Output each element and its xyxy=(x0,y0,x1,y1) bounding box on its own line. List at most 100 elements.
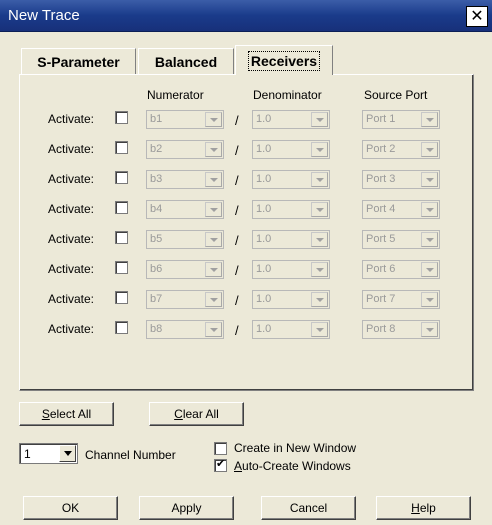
ratio-divider: / xyxy=(235,293,239,308)
activate-checkbox[interactable] xyxy=(115,201,128,214)
activate-checkbox[interactable] xyxy=(115,171,128,184)
denominator-select[interactable]: 1.0 xyxy=(252,170,330,189)
auto-create-windows-label: Auto-Create Windows xyxy=(234,459,351,473)
close-icon: ✕ xyxy=(470,7,484,25)
denominator-select[interactable]: 1.0 xyxy=(252,290,330,309)
clear-all-mnemonic: C xyxy=(174,407,183,421)
chevron-down-icon[interactable] xyxy=(421,292,438,307)
chevron-down-icon[interactable] xyxy=(311,322,328,337)
tab-label: S-Parameter xyxy=(37,53,120,70)
numerator-select[interactable]: b2 xyxy=(146,140,224,159)
chevron-down-icon[interactable] xyxy=(421,142,438,157)
chevron-down-icon[interactable] xyxy=(311,112,328,127)
numerator-select[interactable]: b1 xyxy=(146,110,224,129)
create-new-window-checkbox[interactable] xyxy=(214,442,227,455)
numerator-select[interactable]: b3 xyxy=(146,170,224,189)
chevron-down-icon[interactable] xyxy=(205,112,222,127)
cancel-button[interactable]: Cancel xyxy=(261,496,356,520)
denominator-value: 1.0 xyxy=(256,233,272,245)
source-port-select[interactable]: Port 2 xyxy=(362,140,440,159)
activate-checkbox[interactable] xyxy=(115,231,128,244)
chevron-down-icon[interactable] xyxy=(205,202,222,217)
chevron-down-icon[interactable] xyxy=(205,292,222,307)
chevron-down-icon[interactable] xyxy=(205,262,222,277)
ok-button[interactable]: OK xyxy=(23,496,118,520)
numerator-select[interactable]: b6 xyxy=(146,260,224,279)
source-port-select[interactable]: Port 1 xyxy=(362,110,440,129)
source-port-select[interactable]: Port 4 xyxy=(362,200,440,219)
create-new-window-label: Create in New Window xyxy=(234,441,357,455)
denominator-select[interactable]: 1.0 xyxy=(252,260,330,279)
activate-checkbox[interactable] xyxy=(115,321,128,334)
chevron-down-icon[interactable] xyxy=(311,142,328,157)
chevron-down-icon[interactable] xyxy=(311,232,328,247)
activate-checkbox[interactable] xyxy=(115,261,128,274)
activate-checkbox[interactable] xyxy=(115,141,128,154)
source-port-value: Port 6 xyxy=(366,263,396,275)
activate-label: Activate: xyxy=(48,292,95,306)
chevron-down-icon[interactable] xyxy=(311,262,328,277)
select-all-mnemonic: S xyxy=(41,407,50,421)
numerator-select[interactable]: b7 xyxy=(146,290,224,309)
tab-receivers[interactable]: Receivers xyxy=(235,45,333,75)
numerator-value: b3 xyxy=(150,173,163,185)
numerator-select[interactable]: b5 xyxy=(146,230,224,249)
channel-number-select[interactable]: 1 xyxy=(19,443,78,464)
source-port-select[interactable]: Port 5 xyxy=(362,230,440,249)
source-port-value: Port 5 xyxy=(366,233,396,245)
source-port-select[interactable]: Port 3 xyxy=(362,170,440,189)
chevron-down-icon[interactable] xyxy=(311,202,328,217)
apply-button[interactable]: Apply xyxy=(139,496,234,520)
tab-s-parameter[interactable]: S-Parameter xyxy=(21,48,136,74)
activate-label: Activate: xyxy=(48,112,95,126)
auto-create-text: uto-Create Windows xyxy=(242,459,351,473)
help-button[interactable]: Help xyxy=(376,496,471,520)
chevron-down-icon[interactable] xyxy=(205,232,222,247)
chevron-down-icon[interactable] xyxy=(205,172,222,187)
chevron-down-icon[interactable] xyxy=(421,262,438,277)
help-mnemonic: H xyxy=(411,501,420,515)
auto-create-windows-checkbox[interactable] xyxy=(214,457,227,472)
source-port-select[interactable]: Port 6 xyxy=(362,260,440,279)
chevron-down-icon[interactable] xyxy=(421,172,438,187)
select-all-button[interactable]: Select All xyxy=(19,402,114,426)
tab-label: Balanced xyxy=(154,53,218,70)
numerator-value: b7 xyxy=(150,293,163,305)
chevron-down-icon[interactable] xyxy=(311,292,328,307)
tab-balanced[interactable]: Balanced xyxy=(138,48,234,74)
close-button[interactable]: ✕ xyxy=(466,6,488,27)
activate-checkbox[interactable] xyxy=(115,291,128,304)
chevron-down-icon[interactable] xyxy=(205,322,222,337)
chevron-down-icon[interactable] xyxy=(421,202,438,217)
denominator-value: 1.0 xyxy=(256,173,272,185)
chevron-down-icon[interactable] xyxy=(311,172,328,187)
ratio-divider: / xyxy=(235,203,239,218)
chevron-down-icon[interactable] xyxy=(421,232,438,247)
numerator-select[interactable]: b8 xyxy=(146,320,224,339)
select-all-label: elect All xyxy=(49,407,92,421)
activate-checkbox[interactable] xyxy=(115,111,128,124)
clear-all-button[interactable]: Clear All xyxy=(149,402,244,426)
activate-label: Activate: xyxy=(48,172,95,186)
source-port-select[interactable]: Port 7 xyxy=(362,290,440,309)
numerator-value: b6 xyxy=(150,263,163,275)
channel-value: 1 xyxy=(24,447,31,461)
source-port-select[interactable]: Port 8 xyxy=(362,320,440,339)
chevron-down-icon[interactable] xyxy=(205,142,222,157)
tab-label: Receivers xyxy=(247,50,321,71)
denominator-select[interactable]: 1.0 xyxy=(252,140,330,159)
denominator-select[interactable]: 1.0 xyxy=(252,110,330,129)
source-port-value: Port 3 xyxy=(366,173,396,185)
numerator-value: b8 xyxy=(150,323,163,335)
chevron-down-icon[interactable] xyxy=(421,112,438,127)
denominator-value: 1.0 xyxy=(256,113,272,125)
denominator-select[interactable]: 1.0 xyxy=(252,230,330,249)
numerator-select[interactable]: b4 xyxy=(146,200,224,219)
denominator-select[interactable]: 1.0 xyxy=(252,200,330,219)
chevron-down-icon[interactable] xyxy=(59,445,76,462)
source-port-value: Port 4 xyxy=(366,203,396,215)
activate-label: Activate: xyxy=(48,262,95,276)
activate-label: Activate: xyxy=(48,202,95,216)
chevron-down-icon[interactable] xyxy=(421,322,438,337)
denominator-select[interactable]: 1.0 xyxy=(252,320,330,339)
